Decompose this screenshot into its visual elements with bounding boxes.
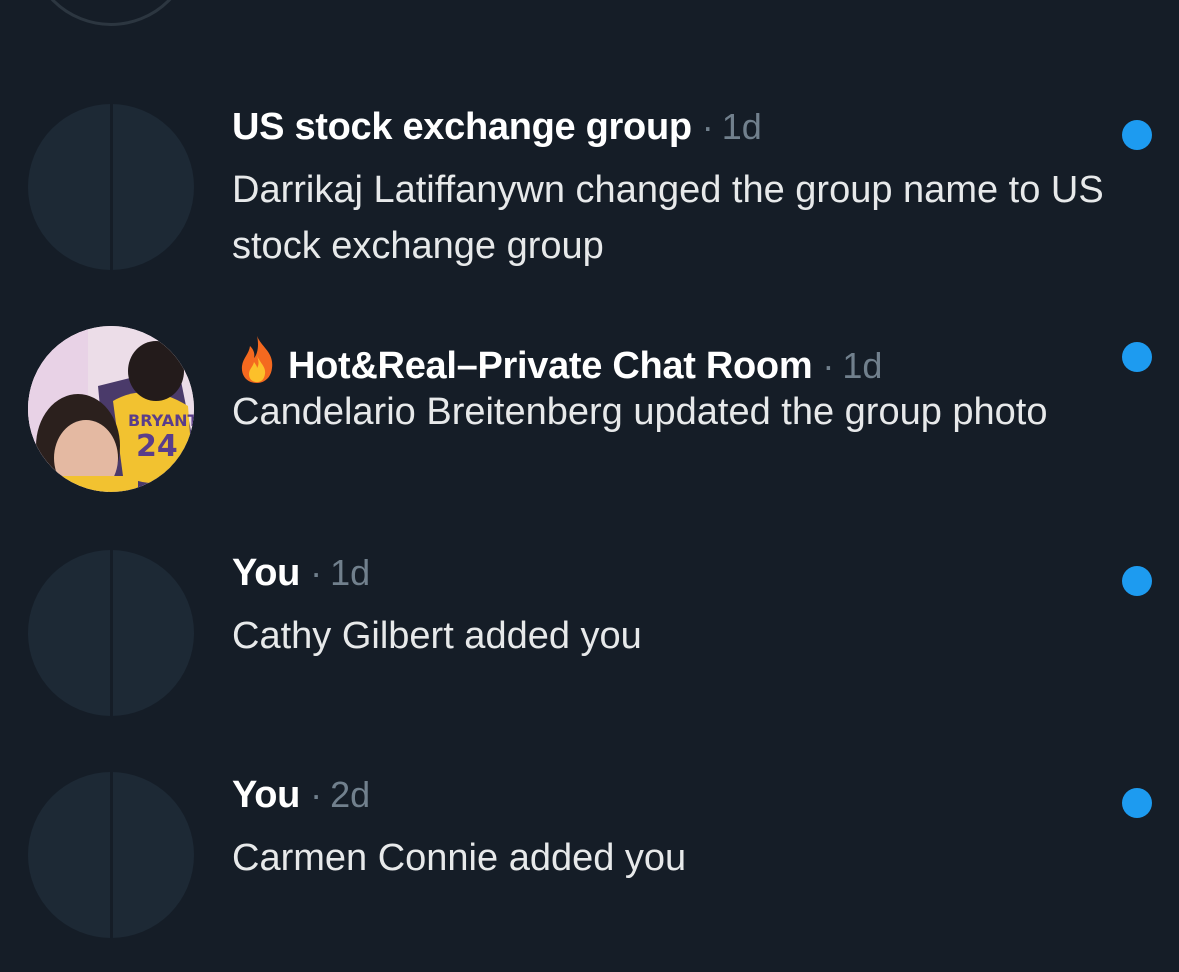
- conversation-name: You: [232, 774, 301, 816]
- timestamp: 1d: [330, 552, 371, 593]
- group-avatar[interactable]: [28, 772, 194, 938]
- svg-text:BRYANT: BRYANT: [128, 411, 194, 430]
- conversation-name: Hot&Real–Private Chat Room: [288, 345, 813, 387]
- avatar-partial[interactable]: [28, 0, 194, 26]
- unread-dot-icon: [1122, 120, 1152, 150]
- conversation-item[interactable]: US stock exchange group · 1d Darrikaj La…: [0, 104, 1179, 304]
- group-avatar[interactable]: BRYANT 24: [28, 326, 194, 492]
- message-preview: Candelario Breitenberg updated the group…: [232, 391, 1048, 433]
- conversation-name: US stock exchange group: [232, 106, 692, 148]
- timestamp: 1d: [842, 345, 883, 386]
- unread-dot-icon: [1122, 566, 1152, 596]
- separator: ·: [701, 106, 714, 147]
- separator: ·: [310, 774, 323, 815]
- conversation-name: You: [232, 552, 301, 594]
- unread-dot-icon: [1122, 788, 1152, 818]
- message-preview: Cathy Gilbert added you: [232, 615, 642, 657]
- svg-text:24: 24: [136, 429, 178, 464]
- separator: ·: [822, 345, 835, 386]
- group-avatar[interactable]: [28, 550, 194, 716]
- conversation-item[interactable]: You · 2d Carmen Connie added you: [0, 772, 1179, 972]
- message-preview: Carmen Connie added you: [232, 837, 687, 879]
- separator: ·: [310, 552, 323, 593]
- conversation-item[interactable]: You · 1d Cathy Gilbert added you: [0, 550, 1179, 750]
- fire-icon: [241, 336, 273, 383]
- timestamp: 2d: [330, 774, 371, 815]
- timestamp: 1d: [721, 106, 762, 147]
- conversation-item[interactable]: BRYANT 24 Hot&Real–Private Chat Room · 1…: [0, 326, 1179, 526]
- group-photo-image: BRYANT 24: [28, 326, 194, 492]
- group-avatar[interactable]: [28, 104, 194, 270]
- unread-dot-icon: [1122, 342, 1152, 372]
- message-preview: Darrikaj Latiffanywn changed the group n…: [232, 169, 1104, 267]
